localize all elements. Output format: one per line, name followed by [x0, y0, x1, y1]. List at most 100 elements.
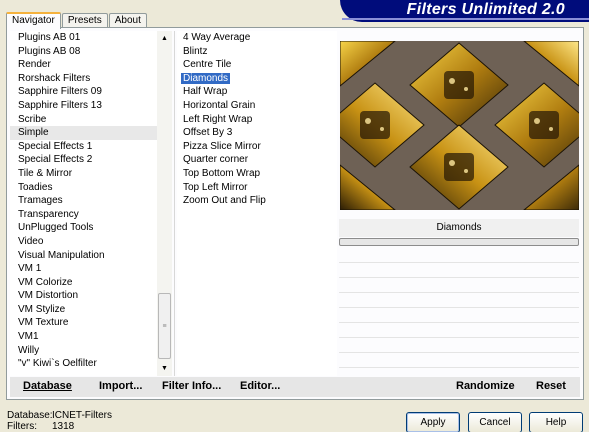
- filter-item[interactable]: Half Wrap: [177, 85, 337, 99]
- category-item[interactable]: Sapphire Filters 09: [10, 85, 160, 99]
- category-item[interactable]: VM Texture: [10, 316, 160, 330]
- scrollbar-thumb[interactable]: ≡: [158, 293, 171, 359]
- randomize-button[interactable]: Randomize: [456, 380, 515, 392]
- filter-info-label: Filter Info...: [162, 380, 222, 392]
- category-item[interactable]: Visual Manipulation: [10, 249, 160, 263]
- tab-presets[interactable]: Presets: [61, 13, 108, 28]
- editor-label: Editor...: [240, 380, 281, 392]
- category-item[interactable]: Special Effects 1: [10, 140, 160, 154]
- category-item[interactable]: Plugins AB 01: [10, 31, 160, 45]
- category-item[interactable]: Transparency: [10, 208, 160, 222]
- filter-item[interactable]: Top Bottom Wrap: [177, 167, 337, 181]
- category-item[interactable]: "v" Kiwi`s Oelfilter: [10, 357, 160, 371]
- category-item[interactable]: Sapphire Filters 13: [10, 99, 160, 113]
- help-button[interactable]: Help: [529, 412, 583, 432]
- category-item[interactable]: VM Colorize: [10, 276, 160, 290]
- filters-status-value: 1318: [52, 421, 75, 432]
- filter-item[interactable]: Horizontal Grain: [177, 99, 337, 113]
- scroll-up-icon[interactable]: ▲: [157, 31, 172, 46]
- filter-info-button[interactable]: Filter Info...: [162, 380, 221, 392]
- apply-button[interactable]: Apply: [406, 412, 460, 432]
- category-item[interactable]: Simple: [10, 126, 160, 140]
- filter-item[interactable]: Blintz: [177, 45, 337, 59]
- filter-item[interactable]: Top Left Mirror: [177, 181, 337, 195]
- category-item[interactable]: VM 1: [10, 262, 160, 276]
- category-item-label: VM Distortion: [18, 290, 79, 302]
- category-item[interactable]: VM1: [10, 330, 160, 344]
- scroll-down-icon[interactable]: ▼: [157, 361, 172, 376]
- filter-item[interactable]: Quarter corner: [177, 153, 337, 167]
- category-item-label: Scribe: [18, 113, 47, 125]
- banner-title: Filters Unlimited 2.0: [406, 1, 565, 18]
- category-item-label: Sapphire Filters 13: [18, 99, 102, 111]
- category-item-label: Visual Manipulation: [18, 249, 105, 261]
- filter-item-label: Offset By 3: [183, 127, 233, 139]
- filter-list[interactable]: 4 Way Average Blintz Centre Tile Diamonds Ha…: [177, 31, 337, 376]
- editor-button[interactable]: Editor...: [240, 380, 280, 392]
- filter-item[interactable]: 4 Way Average: [177, 31, 337, 45]
- category-item[interactable]: VM Stylize: [10, 303, 160, 317]
- filter-item[interactable]: Left Right Wrap: [177, 113, 337, 127]
- effect-slider[interactable]: [339, 238, 579, 246]
- category-item[interactable]: Special Effects 2: [10, 153, 160, 167]
- cancel-button[interactable]: Cancel: [468, 412, 522, 432]
- import-button[interactable]: Import...: [99, 380, 142, 392]
- category-item[interactable]: Scribe: [10, 113, 160, 127]
- filter-item-label: Top Bottom Wrap: [183, 167, 261, 179]
- category-item[interactable]: Rorshack Filters: [10, 72, 160, 86]
- filter-preview: [340, 41, 579, 210]
- bottom-toolbar: Database Import... Filter Info... Editor…: [10, 377, 580, 397]
- category-item-label: VM Colorize: [18, 276, 73, 288]
- tab-about[interactable]: About: [108, 13, 147, 28]
- category-item[interactable]: VM Distortion: [10, 289, 160, 303]
- title-banner: Filters Unlimited 2.0: [340, 0, 589, 22]
- category-scrollbar[interactable]: ▲ ≡ ▼: [157, 31, 172, 376]
- filter-item[interactable]: Diamonds: [177, 72, 337, 86]
- category-item[interactable]: UnPlugged Tools: [10, 221, 160, 235]
- category-item[interactable]: Toadies: [10, 181, 160, 195]
- parameter-row: [339, 293, 579, 308]
- filter-item-label: Half Wrap: [183, 86, 228, 98]
- category-item-label: Willy: [18, 344, 40, 356]
- effect-name-label: Diamonds: [339, 219, 579, 237]
- category-item-label: VM Texture: [18, 317, 69, 329]
- database-status-label: Database:: [7, 410, 53, 421]
- parameter-row: [339, 353, 579, 368]
- filter-item-label: Zoom Out and Flip: [183, 195, 266, 207]
- database-button[interactable]: Database: [23, 380, 72, 392]
- category-item[interactable]: Willy: [10, 344, 160, 358]
- tab-strip: Navigator Presets About: [6, 11, 148, 29]
- category-item-label: Plugins AB 08: [18, 45, 81, 57]
- filter-item[interactable]: Pizza Slice Mirror: [177, 140, 337, 154]
- tab-navigator[interactable]: Navigator: [6, 12, 61, 29]
- category-item-label: Plugins AB 01: [18, 32, 81, 43]
- filter-item-label: 4 Way Average: [183, 32, 251, 43]
- filter-item-label: Centre Tile: [183, 59, 232, 71]
- parameter-row: [339, 263, 579, 278]
- category-item-label: Transparency: [18, 208, 79, 220]
- database-label: Database: [23, 380, 72, 392]
- category-item[interactable]: Tramages: [10, 194, 160, 208]
- category-item[interactable]: Render: [10, 58, 160, 72]
- category-item-label: VM1: [18, 331, 39, 343]
- category-item[interactable]: Plugins AB 08: [10, 45, 160, 59]
- category-list[interactable]: Plugins AB 01 Plugins AB 08 Render Rorshack…: [10, 31, 160, 376]
- category-item-label: VM Stylize: [18, 303, 66, 315]
- filters-status-label: Filters:: [7, 421, 37, 432]
- filter-item[interactable]: Zoom Out and Flip: [177, 194, 337, 208]
- parameter-row: [339, 323, 579, 338]
- category-item[interactable]: Video: [10, 235, 160, 249]
- category-item-label: "v" Kiwi`s Oelfilter: [18, 358, 97, 370]
- filter-item[interactable]: Centre Tile: [177, 58, 337, 72]
- parameter-row: [339, 248, 579, 263]
- category-item-label: Simple: [18, 127, 49, 139]
- parameter-row: [339, 338, 579, 353]
- filter-item[interactable]: Offset By 3: [177, 126, 337, 140]
- parameter-area: [339, 248, 579, 373]
- filter-item-label: Top Left Mirror: [183, 181, 248, 193]
- parameter-row: [339, 308, 579, 323]
- category-item-label: Tramages: [18, 195, 63, 207]
- category-item[interactable]: Tile & Mirror: [10, 167, 160, 181]
- reset-button[interactable]: Reset: [536, 380, 566, 392]
- category-item-label: Sapphire Filters 09: [18, 86, 102, 98]
